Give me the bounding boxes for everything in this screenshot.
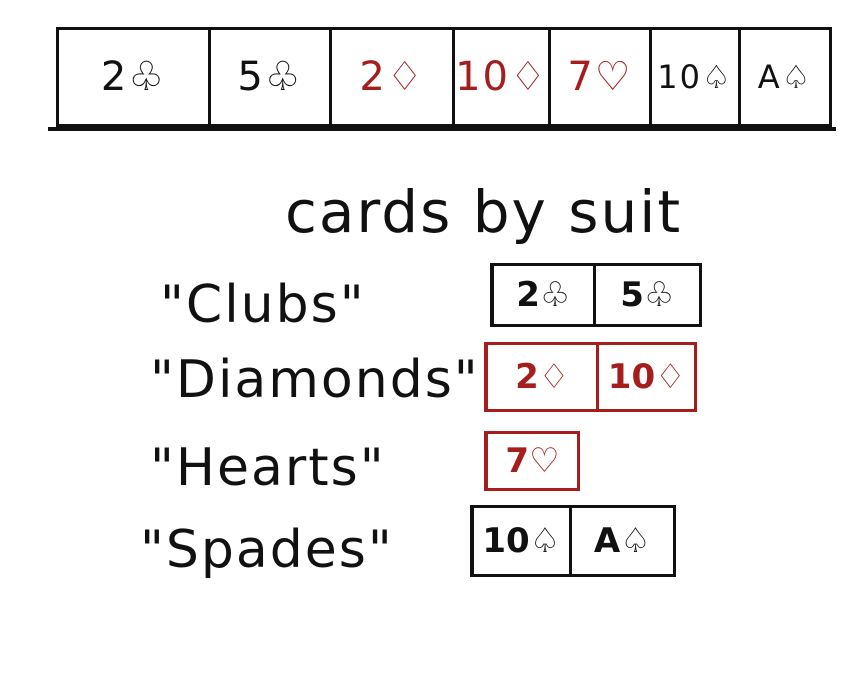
- card-5-clubs: 5♧: [211, 30, 332, 124]
- group-clubs: 2♧ 5♧: [490, 263, 702, 327]
- group-card: 2♧: [516, 275, 571, 315]
- card-row-underline: [48, 127, 836, 131]
- card-10-spades: 10♤: [652, 30, 741, 124]
- group-hearts: 7♡: [484, 431, 580, 491]
- card-2-clubs: 2♧: [59, 30, 211, 124]
- card-ace-spades: A♤: [757, 58, 813, 96]
- group-card: 5♧: [592, 266, 699, 324]
- card-row: 2♧ 5♧ 2♢ 10♢ 7♡ 10♤ A♤: [56, 27, 832, 127]
- card-7-hearts: 7♡: [551, 30, 652, 124]
- suit-label-diamonds: "Diamonds": [150, 350, 480, 410]
- card-10-diamonds: 10♢: [455, 30, 551, 124]
- group-diamonds: 2♢ 10♢: [484, 342, 697, 412]
- group-spades: 10♤ A♤: [470, 505, 676, 577]
- card-2-diamonds: 2♢: [332, 30, 455, 124]
- group-card: 2♢: [515, 357, 570, 397]
- group-card: 10♤: [482, 521, 561, 561]
- suit-label-spades: "Spades": [140, 520, 394, 580]
- suit-label-clubs: "Clubs": [160, 275, 366, 335]
- diagram-title: cards by suit: [285, 178, 683, 246]
- group-card: 7♡: [505, 441, 560, 481]
- suit-label-hearts: "Hearts": [150, 438, 386, 498]
- group-card: 10♢: [596, 345, 694, 409]
- group-card: A♤: [568, 508, 673, 574]
